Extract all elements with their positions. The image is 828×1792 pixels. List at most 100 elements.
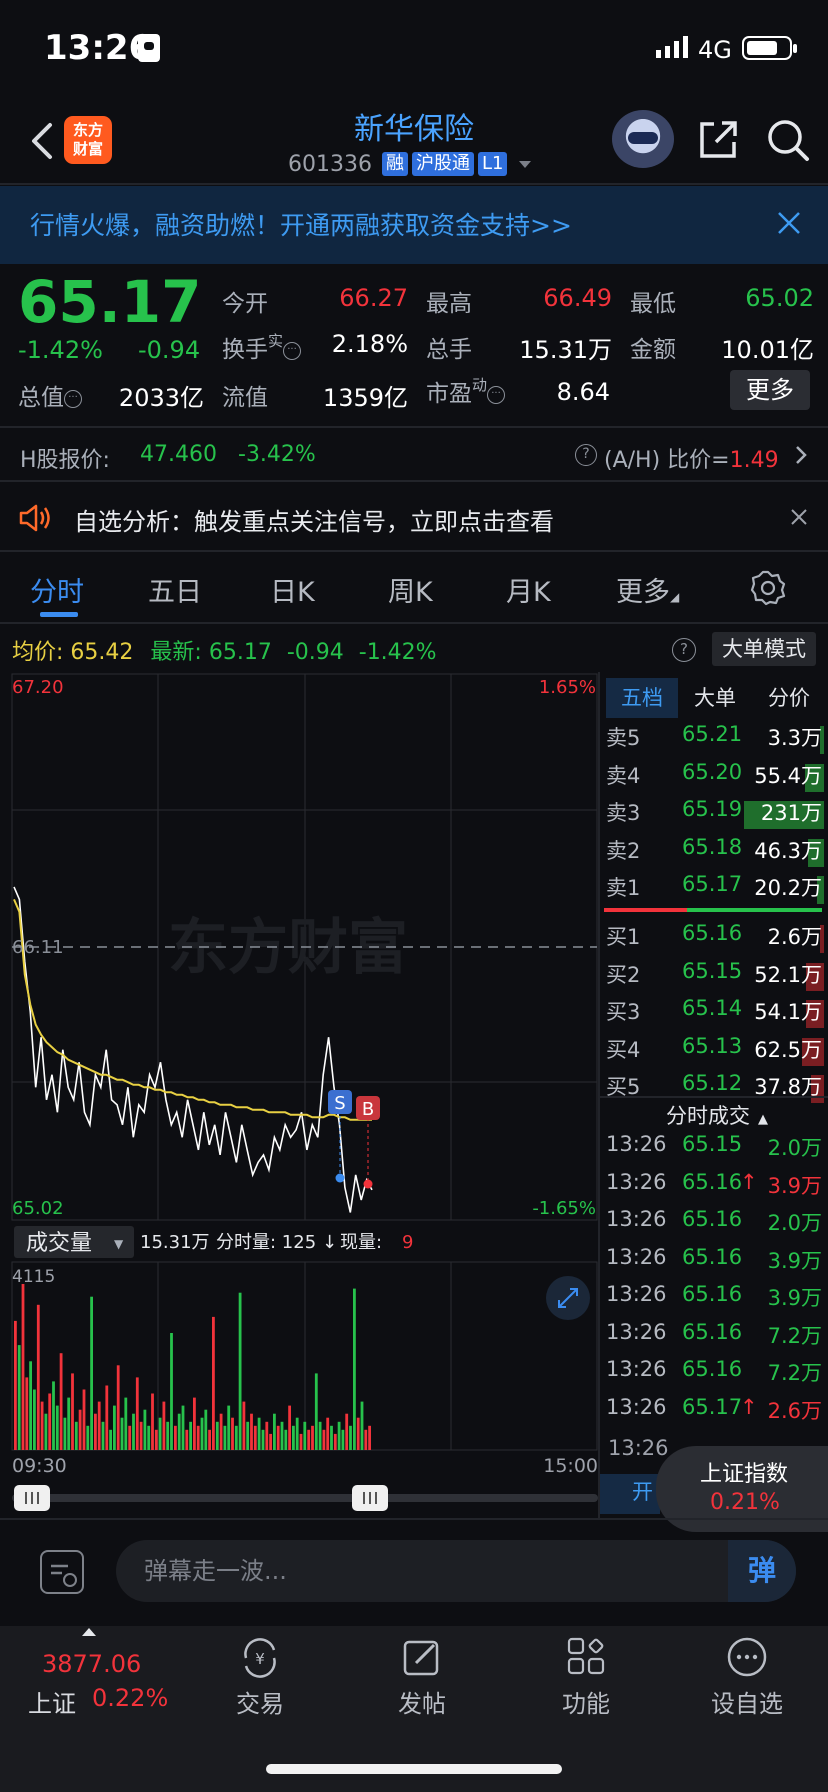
info-dots-icon[interactable]: ··· [487,385,506,404]
info-dots-icon[interactable]: ··· [64,389,82,408]
bid-row[interactable]: 买4 65.13 62.5万 [604,1034,824,1071]
abs-change: -0.94 [138,336,201,364]
turnover-value: 2.18% [331,330,408,358]
tab-weekly-k[interactable]: 周K [388,570,433,609]
more-button[interactable]: 更多 [730,370,810,410]
tab-monthly-k[interactable]: 月K [506,570,551,609]
chevron-right-icon[interactable] [794,444,808,466]
volume-bar [177,1413,181,1450]
nav-index-value[interactable]: 3877.06 [42,1650,141,1678]
comment-icon[interactable] [40,1550,84,1594]
volume-bar [196,1425,200,1450]
bid-row[interactable]: 买2 65.15 52.1万 [604,959,824,996]
more-circle-icon[interactable] [726,1636,768,1678]
trade-time: 13:26 [606,1207,667,1231]
volume-bar [97,1401,101,1450]
ask-row[interactable]: 卖2 65.18 46.3万 [604,835,824,872]
trade-partial-time: 13:26 [608,1436,669,1460]
level-label: 买3 [606,1000,641,1024]
sell-marker-label: S [334,1093,345,1114]
network-label: 4G [698,36,732,64]
close-icon[interactable] [790,508,808,526]
tab-more[interactable]: 更多◢ [616,570,679,609]
danmu-button[interactable]: 弹 [728,1540,796,1602]
trade-volume: 7.2万 [767,1361,822,1385]
amount-value: 10.01亿 [721,336,814,364]
volume-bar [181,1405,185,1450]
volume-bar [269,1433,272,1450]
close-icon[interactable] [776,210,802,236]
h-share-label[interactable]: H股报价: [20,442,110,474]
tab-intraday[interactable]: 分时 [30,570,84,609]
level-volume: 3.3万 [767,726,822,750]
tab-price-dist[interactable]: 分价 [752,678,826,718]
level-price: 65.18 [682,834,743,859]
big-order-mode-button[interactable]: 大单模式 [712,632,816,666]
pe-value: 8.64 [556,378,610,406]
volume-bar [147,1425,151,1450]
ask-row[interactable]: 卖3 65.19 231万 [604,797,824,834]
level-label: 卖1 [606,876,641,900]
low-label: 最低 [630,291,676,317]
tab-five-levels[interactable]: 五档 [606,678,678,718]
nav-post[interactable]: 发帖 [362,1684,482,1719]
ah-ratio[interactable]: (A/H) 比价=1.49 [604,442,779,474]
ask-row[interactable]: 卖5 65.21 3.3万 [604,722,824,759]
help-icon[interactable]: ? [575,444,597,466]
x-end-label: 15:00 [543,1455,598,1477]
volume-bar [36,1304,40,1450]
time-range-track[interactable] [12,1494,598,1502]
tab-daily-k[interactable]: 日K [270,570,315,609]
intraday-chart[interactable]: 东方财富 67.20 1.65% 66.11 65.02 -1.65% S B … [0,672,600,1512]
avg-label: 均价: [12,640,64,665]
nav-index-pct[interactable]: 0.22% [92,1684,168,1712]
nav-function[interactable]: 功能 [526,1684,646,1719]
gear-icon[interactable] [750,570,786,606]
nav-index-name[interactable]: 上证 [28,1684,76,1719]
function-grid-icon[interactable] [566,1636,606,1676]
volume-bar [307,1429,311,1450]
help-icon[interactable]: ? [672,638,696,662]
bid-row[interactable]: 买3 65.14 54.1万 [604,996,824,1033]
assistant-robot-icon[interactable] [612,110,674,168]
volume-bar [44,1413,48,1450]
volume-bar [227,1405,231,1450]
down-arrow-icon: ↓ [322,1232,337,1253]
volume-bar [234,1425,238,1450]
stock-code-row[interactable]: 601336 融 沪股通 L1 [288,150,532,178]
volume-bar [330,1425,333,1450]
volume-bar [21,1284,25,1450]
nav-trade[interactable]: 交易 [200,1684,320,1719]
analysis-text[interactable]: 自选分析：触发重点关注信号，立即点击查看 [74,502,554,537]
divider [0,480,828,482]
nav-add-watchlist[interactable]: 设自选 [687,1684,807,1719]
ask-row[interactable]: 卖4 65.20 55.4万 [604,760,824,797]
trade-row: 13:26 65.16 ↑ 3.9万 [604,1170,824,1207]
volume-bar [135,1377,139,1450]
trade-icon[interactable]: ¥ [238,1636,282,1680]
ask-row[interactable]: 卖1 65.17 20.2万 [604,872,824,909]
share-icon[interactable] [698,118,738,160]
trades-title[interactable]: 分时成交 ▲ [666,1100,768,1130]
open-label: 今开 [222,291,268,317]
volume-bar [154,1429,158,1450]
volume-bar [174,1425,177,1450]
float-label: 流值 [222,385,268,411]
tab-five-day[interactable]: 五日 [148,570,202,609]
tab-big-orders[interactable]: 大单 [678,678,752,718]
divider [600,1096,828,1098]
level-volume: 55.4万 [754,763,822,788]
bid-row[interactable]: 买1 65.16 2.6万 [604,921,824,958]
volume-bar [333,1433,337,1450]
volume-bar [128,1425,132,1450]
post-icon[interactable] [402,1636,442,1678]
volume-bar [94,1413,97,1450]
open-account-label[interactable]: 开 [632,1476,653,1506]
level-label: 卖3 [606,801,641,825]
search-icon[interactable] [766,118,810,162]
danmu-input[interactable]: 弹幕走一波... [116,1540,796,1602]
level-volume: 54.1万 [754,1000,822,1024]
info-dots-icon[interactable]: ··· [283,341,302,360]
promo-banner-text[interactable]: 行情火爆，融资助燃！开通两融获取资金支持>> [30,206,572,242]
divider [0,183,828,185]
